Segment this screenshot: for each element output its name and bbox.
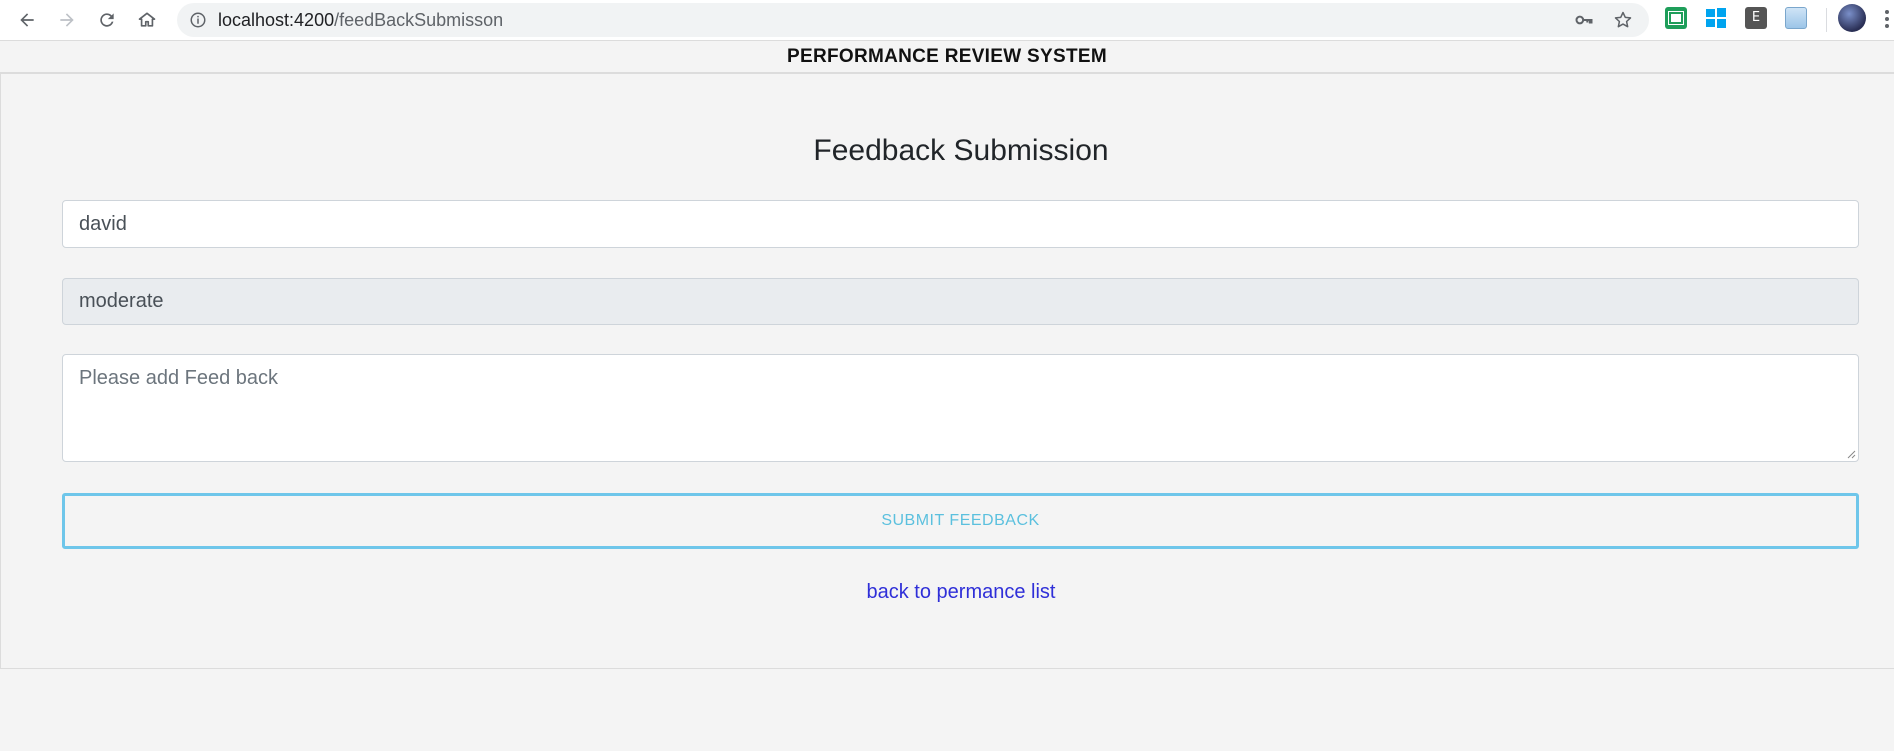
url-text[interactable]: localhost:4200/feedBackSubmisson	[218, 10, 503, 31]
info-icon[interactable]	[189, 11, 207, 29]
address-bar[interactable]: localhost:4200/feedBackSubmisson	[177, 3, 1649, 37]
feedback-form-card: Feedback Submission david moderate Pleas…	[0, 73, 1894, 669]
kebab-menu-icon[interactable]	[1884, 8, 1890, 30]
back-arrow-icon[interactable]	[13, 6, 41, 34]
url-path: /feedBackSubmisson	[334, 10, 504, 30]
toolbar-divider	[1826, 8, 1827, 32]
feedback-placeholder: Please add Feed back	[79, 367, 279, 389]
employee-name-field[interactable]: david	[62, 200, 1859, 248]
url-host: localhost:4200	[218, 10, 335, 30]
star-icon[interactable]	[1613, 10, 1633, 30]
browser-toolbar: localhost:4200/feedBackSubmisson E	[0, 0, 1894, 41]
extension-sheets-icon[interactable]	[1665, 7, 1687, 29]
reload-icon[interactable]	[93, 6, 121, 34]
resize-handle-icon[interactable]	[1846, 449, 1856, 459]
back-to-list-link[interactable]: back to permance list	[1, 581, 1894, 604]
windows-logo-icon[interactable]	[1705, 7, 1727, 29]
key-icon[interactable]	[1574, 10, 1594, 30]
extension-e-icon[interactable]: E	[1745, 7, 1767, 29]
home-icon[interactable]	[133, 6, 161, 34]
forward-arrow-icon[interactable]	[53, 6, 81, 34]
app-title: PERFORMANCE REVIEW SYSTEM	[787, 46, 1107, 67]
submit-feedback-button[interactable]: SUBMIT FEEDBACK	[62, 493, 1859, 549]
profile-avatar[interactable]	[1838, 4, 1866, 32]
page-title: Feedback Submission	[813, 134, 1109, 167]
rating-field: moderate	[62, 278, 1859, 325]
app-header: PERFORMANCE REVIEW SYSTEM	[0, 41, 1894, 73]
extension-screen-icon[interactable]	[1785, 7, 1807, 29]
feedback-textarea[interactable]: Please add Feed back	[62, 354, 1859, 462]
